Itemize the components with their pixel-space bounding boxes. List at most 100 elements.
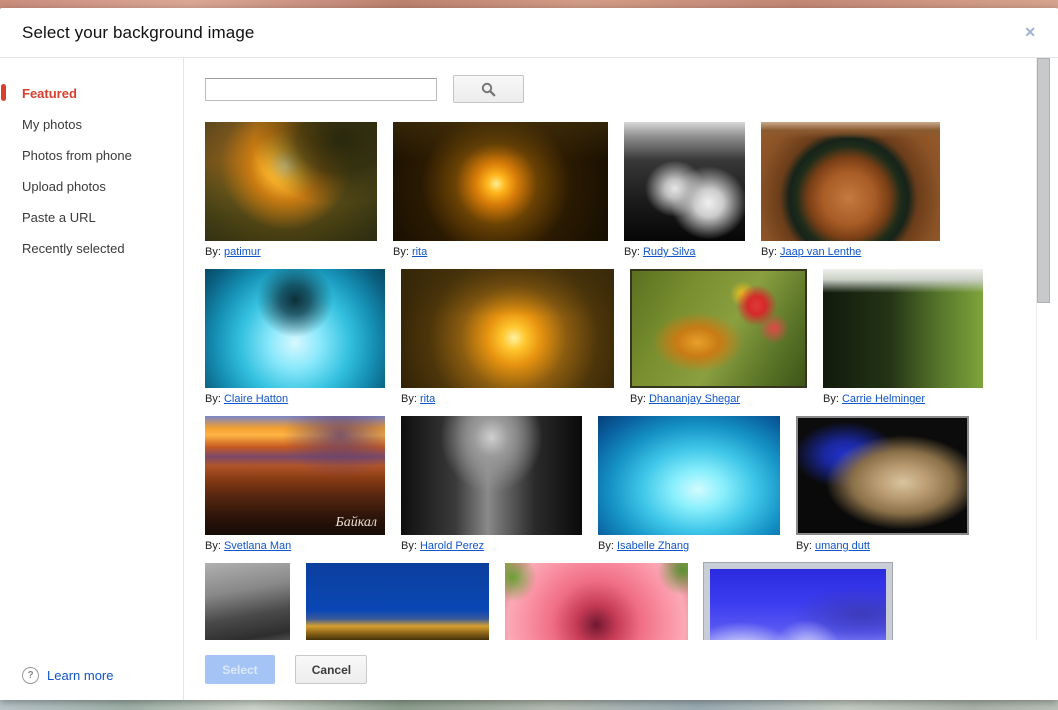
photo-thumbnail[interactable] xyxy=(205,122,377,241)
by-label: By: xyxy=(823,393,842,405)
select-button[interactable]: Select xyxy=(205,655,275,684)
photo-item: By: Carrie Helminger xyxy=(823,269,983,406)
sidebar-item-label: Featured xyxy=(22,86,77,101)
dialog-header: Select your background image ✕ xyxy=(0,8,1058,58)
dialog-footer: Select Cancel xyxy=(184,640,1058,700)
photo-caption: By: Harold Perez xyxy=(401,540,582,553)
photo-grid: By: patimurBy: ritaBy: Rudy SilvaBy: Jaa… xyxy=(205,122,1005,640)
photo-caption: By: Claire Hatton xyxy=(205,393,385,406)
photo-caption: By: Dhananjay Shegar xyxy=(630,393,807,406)
photo-caption: By: Carrie Helminger xyxy=(823,393,983,406)
photo-caption: By: umang dutt xyxy=(796,540,969,553)
dialog-title: Select your background image xyxy=(22,23,254,43)
photo-caption: By: Rudy Silva xyxy=(624,246,745,259)
photo-author-link[interactable]: Jaap van Lenthe xyxy=(780,246,861,258)
photo-thumbnail[interactable] xyxy=(393,122,608,241)
photo-author-link[interactable]: Carrie Helminger xyxy=(842,393,925,405)
photo-item: By: Rudy Silva xyxy=(624,122,745,259)
search-input[interactable] xyxy=(205,78,437,101)
photo-author-link[interactable]: Svetlana Man xyxy=(224,540,291,552)
photo-caption: By: Jaap van Lenthe xyxy=(761,246,940,259)
sidebar-item-label: Paste a URL xyxy=(22,210,96,225)
background-picker-dialog: Select your background image ✕ Featured M… xyxy=(0,8,1058,700)
photo-author-link[interactable]: umang dutt xyxy=(815,540,870,552)
photo-thumbnail[interactable] xyxy=(624,122,745,241)
sidebar-item-recently-selected[interactable]: Recently selected xyxy=(0,233,183,264)
photo-thumbnail[interactable] xyxy=(306,563,489,640)
photo-caption: By: Isabelle Zhang xyxy=(598,540,780,553)
photo-item xyxy=(704,563,892,640)
photo-item: Байкал By: Svetlana Man xyxy=(205,416,385,553)
photo-thumbnail[interactable] xyxy=(823,269,983,388)
photo-thumbnail[interactable] xyxy=(205,563,290,640)
photo-item xyxy=(505,563,688,640)
by-label: By: xyxy=(205,540,224,552)
scrollbar-track[interactable] xyxy=(1036,58,1051,640)
photo-thumbnail[interactable] xyxy=(401,416,582,535)
by-label: By: xyxy=(205,393,224,405)
photo-thumbnail[interactable]: Байкал xyxy=(205,416,385,535)
photo-caption: By: Svetlana Man xyxy=(205,540,385,553)
photo-author-link[interactable]: Isabelle Zhang xyxy=(617,540,689,552)
photo-author-link[interactable]: Claire Hatton xyxy=(224,393,288,405)
photo-author-link[interactable]: Dhananjay Shegar xyxy=(649,393,740,405)
learn-more-label[interactable]: Learn more xyxy=(47,668,113,683)
sidebar-item-photos-from-phone[interactable]: Photos from phone xyxy=(0,140,183,171)
sidebar-item-paste-a-url[interactable]: Paste a URL xyxy=(0,202,183,233)
photo-item: By: Harold Perez xyxy=(401,416,582,553)
sidebar-item-upload-photos[interactable]: Upload photos xyxy=(0,171,183,202)
photo-thumbnail[interactable] xyxy=(630,269,807,388)
by-label: By: xyxy=(598,540,617,552)
photo-item: By: rita xyxy=(393,122,608,259)
photo-thumbnail[interactable] xyxy=(761,122,940,241)
search-button[interactable] xyxy=(453,75,524,103)
photo-thumbnail[interactable] xyxy=(401,269,614,388)
photo-overlay-text: Байкал xyxy=(335,515,377,531)
scrollbar-thumb[interactable] xyxy=(1037,58,1050,303)
by-label: By: xyxy=(401,540,420,552)
photo-author-link[interactable]: Harold Perez xyxy=(420,540,484,552)
sidebar-item-featured[interactable]: Featured xyxy=(0,78,183,109)
photo-item: By: patimur xyxy=(205,122,377,259)
photo-caption: By: rita xyxy=(401,393,614,406)
sidebar-item-label: My photos xyxy=(22,117,82,132)
by-label: By: xyxy=(796,540,815,552)
photo-author-link[interactable]: Rudy Silva xyxy=(643,246,696,258)
photo-item: By: Jaap van Lenthe xyxy=(761,122,940,259)
photo-thumbnail[interactable] xyxy=(505,563,688,640)
sidebar-list: Featured My photos Photos from phone Upload… xyxy=(0,78,183,264)
photo-author-link[interactable]: rita xyxy=(412,246,427,258)
photo-author-link[interactable]: rita xyxy=(420,393,435,405)
photo-item: By: Dhananjay Shegar xyxy=(630,269,807,406)
sidebar-item-label: Recently selected xyxy=(22,241,125,256)
photo-item xyxy=(306,563,489,640)
by-label: By: xyxy=(630,393,649,405)
active-item-marker xyxy=(1,84,6,101)
sidebar-item-my-photos[interactable]: My photos xyxy=(0,109,183,140)
close-icon[interactable]: ✕ xyxy=(1024,25,1036,39)
photo-thumbnail[interactable] xyxy=(598,416,780,535)
photo-thumbnail[interactable] xyxy=(796,416,969,535)
photo-thumbnail[interactable] xyxy=(205,269,385,388)
content-panel: By: patimurBy: ritaBy: Rudy SilvaBy: Jaa… xyxy=(184,58,1058,700)
learn-more-link[interactable]: ? Learn more xyxy=(22,667,113,684)
by-label: By: xyxy=(401,393,420,405)
sidebar-item-label: Photos from phone xyxy=(22,148,132,163)
by-label: By: xyxy=(205,246,224,258)
by-label: By: xyxy=(393,246,412,258)
photo-caption: By: rita xyxy=(393,246,608,259)
photo-author-link[interactable]: patimur xyxy=(224,246,261,258)
cancel-button[interactable]: Cancel xyxy=(295,655,367,684)
photo-item: By: Isabelle Zhang xyxy=(598,416,780,553)
photo-scroll-area: By: patimurBy: ritaBy: Rudy SilvaBy: Jaa… xyxy=(184,58,1058,640)
help-icon: ? xyxy=(22,667,39,684)
by-label: By: xyxy=(761,246,780,258)
by-label: By: xyxy=(624,246,643,258)
page-background-bottom xyxy=(0,699,1058,710)
photo-item: By: rita xyxy=(401,269,614,406)
photo-thumbnail[interactable] xyxy=(704,563,892,640)
sidebar-item-label: Upload photos xyxy=(22,179,106,194)
search-icon xyxy=(481,82,496,97)
sidebar: Featured My photos Photos from phone Upload… xyxy=(0,58,184,700)
photo-item: By: Claire Hatton xyxy=(205,269,385,406)
